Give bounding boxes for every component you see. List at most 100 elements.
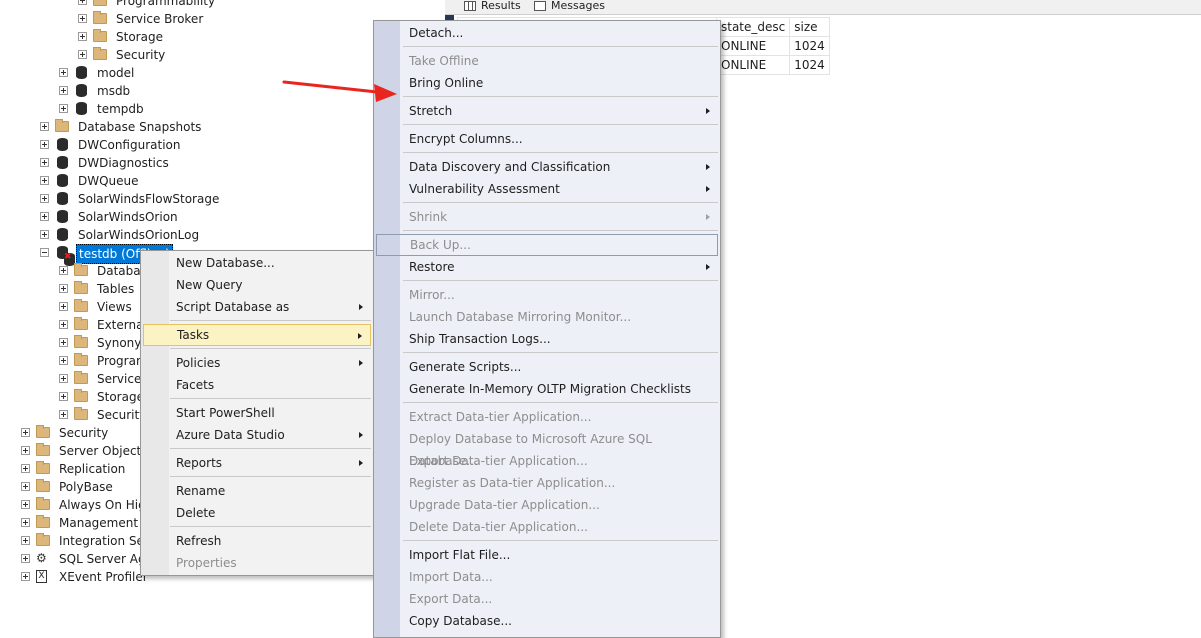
expand-icon[interactable] [59,374,68,383]
tree-node-label: Server Objects [59,444,148,458]
menu-item-script-database-as[interactable]: Script Database as [143,296,371,318]
menu-item-new-database[interactable]: New Database... [143,252,371,274]
submenu-arrow-icon [706,164,710,170]
menu-item-take-offline[interactable]: Take Offline [376,50,718,72]
expand-icon[interactable] [40,194,49,203]
expand-icon[interactable] [40,230,49,239]
menu-item-generate-scripts[interactable]: Generate Scripts... [376,356,718,378]
menu-item-facets[interactable]: Facets [143,374,371,396]
menu-item-delete[interactable]: Delete [143,502,371,524]
menu-item-import-flat-file[interactable]: Import Flat File... [376,544,718,566]
menu-item-shrink[interactable]: Shrink [376,206,718,228]
menu-item-refresh[interactable]: Refresh [143,530,371,552]
menu-item-extract-data-tier-application[interactable]: Extract Data-tier Application... [376,406,718,428]
tree-node-label: DWDiagnostics [78,156,169,170]
database-icon [76,84,87,97]
expand-icon[interactable] [21,572,30,581]
expand-icon[interactable] [59,410,68,419]
expand-icon[interactable] [59,86,68,95]
tab-results[interactable]: Results [459,0,521,14]
expand-icon[interactable] [21,536,30,545]
tree-node-label: SolarWindsFlowStorage [78,192,220,206]
expand-icon[interactable] [78,0,87,5]
menu-item-policies[interactable]: Policies [143,352,371,374]
column-header[interactable]: state_desc [715,17,791,37]
expand-icon[interactable] [59,104,68,113]
menu-item-copy-database[interactable]: Copy Database... [376,610,718,632]
expand-icon[interactable] [59,320,68,329]
menu-item-encrypt-columns[interactable]: Encrypt Columns... [376,128,718,150]
expand-icon[interactable] [59,284,68,293]
tree-node-label: Management [59,516,139,530]
expand-icon[interactable] [21,554,30,563]
expand-icon[interactable] [40,176,49,185]
menu-item-back-up[interactable]: Back Up... [376,234,718,256]
menu-item-properties[interactable]: Properties [143,552,371,574]
expand-icon[interactable] [59,392,68,401]
expand-icon[interactable] [40,212,49,221]
tree-node-label: Security [59,426,109,440]
expand-icon[interactable] [78,14,87,23]
folder-icon [74,353,88,366]
expand-icon[interactable] [40,140,49,149]
menu-item-label: Bring Online [409,76,484,90]
menu-item-rename[interactable]: Rename [143,480,371,502]
menu-item-data-discovery-and-classification[interactable]: Data Discovery and Classification [376,156,718,178]
database-icon [57,138,68,151]
grid-cell: 1024 [789,55,830,75]
menu-item-label: Shrink [409,210,448,224]
menu-item-export-data[interactable]: Export Data... [376,588,718,610]
menu-item-detach[interactable]: Detach... [376,22,718,44]
menu-separator [403,230,718,231]
menu-item-azure-data-studio[interactable]: Azure Data Studio [143,424,371,446]
menu-item-import-data[interactable]: Import Data... [376,566,718,588]
menu-item-reports[interactable]: Reports [143,452,371,474]
menu-item-label: Encrypt Columns... [409,132,523,146]
expand-icon[interactable] [78,32,87,41]
expand-icon[interactable] [21,428,30,437]
menu-item-label: Delete Data-tier Application... [409,520,588,534]
menu-item-label: Refresh [176,534,222,548]
expand-icon[interactable] [59,302,68,311]
tree-node-label: PolyBase [59,480,113,494]
submenu-arrow-icon [706,186,710,192]
submenu-arrow-icon [359,432,363,438]
expand-icon[interactable] [40,158,49,167]
expand-icon[interactable] [59,338,68,347]
menu-item-export-data-tier-application[interactable]: Export Data-tier Application... [376,450,718,472]
expand-icon[interactable] [78,50,87,59]
menu-item-register-as-data-tier-application[interactable]: Register as Data-tier Application... [376,472,718,494]
menu-item-bring-online[interactable]: Bring Online [376,72,718,94]
menu-item-deploy-database-to-microsoft-azure-sql-database[interactable]: Deploy Database to Microsoft Azure SQL D… [376,428,718,468]
menu-item-mirror[interactable]: Mirror... [376,284,718,306]
menu-separator [170,320,371,321]
menu-item-start-powershell[interactable]: Start PowerShell [143,402,371,424]
expand-icon[interactable] [59,356,68,365]
menu-item-launch-database-mirroring-monitor[interactable]: Launch Database Mirroring Monitor... [376,306,718,328]
tab-messages[interactable]: Messages [529,0,605,14]
expand-icon[interactable] [21,464,30,473]
menu-item-generate-in-memory-oltp-migration-checklists[interactable]: Generate In-Memory OLTP Migration Checkl… [376,378,718,400]
expand-icon[interactable] [21,518,30,527]
folder-icon [93,0,107,6]
menu-item-tasks[interactable]: Tasks [143,324,371,346]
menu-item-restore[interactable]: Restore [376,256,718,278]
expand-icon[interactable] [59,266,68,275]
menu-item-label: Copy Database... [409,614,512,628]
menu-separator [170,476,371,477]
menu-item-new-query[interactable]: New Query [143,274,371,296]
column-header[interactable]: size [789,17,830,37]
menu-item-delete-data-tier-application[interactable]: Delete Data-tier Application... [376,516,718,538]
menu-item-ship-transaction-logs[interactable]: Ship Transaction Logs... [376,328,718,350]
expand-icon[interactable] [21,446,30,455]
menu-item-vulnerability-assessment[interactable]: Vulnerability Assessment [376,178,718,200]
menu-item-stretch[interactable]: Stretch [376,100,718,122]
expand-icon[interactable] [59,68,68,77]
expand-icon[interactable] [21,482,30,491]
expand-icon[interactable] [21,500,30,509]
menu-item-label: New Query [176,278,243,292]
menu-item-upgrade-data-tier-application[interactable]: Upgrade Data-tier Application... [376,494,718,516]
menu-item-label: Extract Data-tier Application... [409,410,592,424]
expand-icon[interactable] [40,122,49,131]
collapse-icon[interactable] [40,248,49,257]
